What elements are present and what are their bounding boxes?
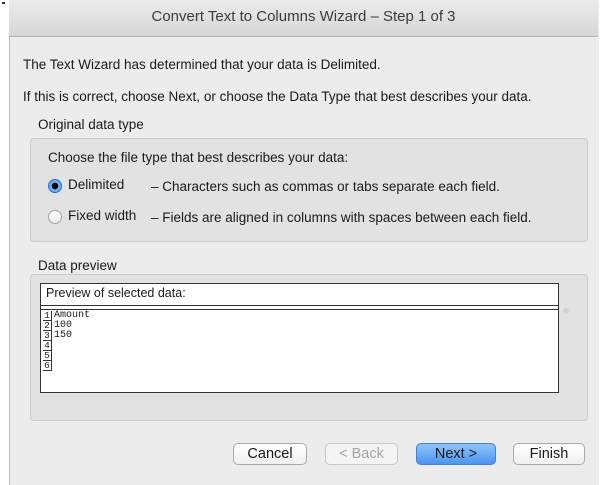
fixed-width-option-label[interactable]: Fixed width (68, 208, 136, 223)
intro-text-1: The Text Wizard has determined that your… (23, 57, 381, 72)
preview-scrollbar[interactable] (563, 308, 569, 314)
preview-title: Preview of selected data: (41, 284, 558, 306)
delimited-radio[interactable] (48, 179, 62, 193)
preview-row: 3 150 (43, 331, 90, 341)
data-preview-label: Data preview (38, 258, 117, 273)
intro-text-2: If this is correct, choose Next, or choo… (23, 89, 532, 104)
row-number: 6 (43, 361, 52, 371)
window-corner (0, 0, 9, 36)
delimited-description: – Characters such as commas or tabs sepa… (151, 179, 500, 194)
preview-row: 5 (43, 351, 90, 361)
preview-rows: 1 Amount 2 100 3 150 4 5 6 (43, 311, 90, 371)
next-button[interactable]: Next > (416, 443, 496, 465)
preview-divider (41, 309, 558, 310)
fixed-width-radio[interactable] (48, 210, 62, 224)
cancel-button[interactable]: Cancel (233, 443, 307, 465)
row-value: 150 (54, 330, 73, 341)
back-button[interactable]: < Back (325, 443, 398, 465)
window-title: Convert Text to Columns Wizard – Step 1 … (9, 0, 598, 37)
preview-row: 6 (43, 361, 90, 371)
finish-button[interactable]: Finish (513, 443, 585, 465)
delimited-option-label[interactable]: Delimited (68, 177, 124, 192)
file-type-prompt: Choose the file type that best describes… (48, 150, 349, 165)
data-preview-pane[interactable]: Preview of selected data: 1 Amount 2 100 3… (40, 283, 559, 393)
fixed-width-description: – Fields are aligned in columns with spa… (151, 210, 532, 225)
preview-row: 4 (43, 341, 90, 351)
original-data-type-label: Original data type (38, 117, 144, 132)
